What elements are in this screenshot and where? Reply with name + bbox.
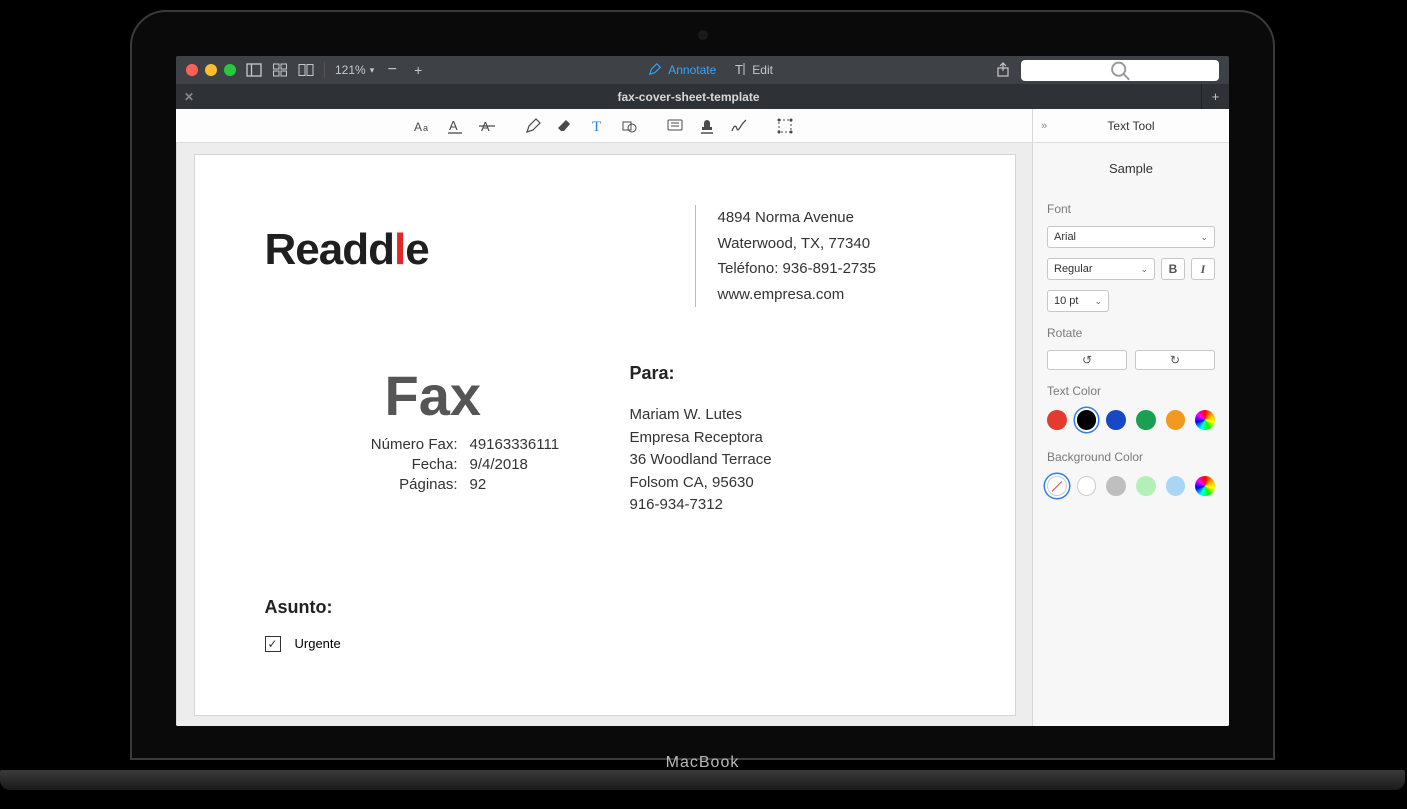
eraser-icon[interactable]	[556, 117, 574, 135]
selection-icon[interactable]	[776, 117, 794, 135]
inspector-sidebar: » Text Tool Sample Font Arial ⌄ Regular	[1033, 109, 1229, 726]
new-tab-button[interactable]: +	[1201, 84, 1229, 109]
bold-button[interactable]: B	[1161, 258, 1185, 280]
text-cursor-icon: T	[734, 62, 746, 79]
color-swatch[interactable]	[1106, 410, 1126, 430]
svg-text:T: T	[592, 119, 601, 135]
color-swatch[interactable]	[1077, 476, 1097, 496]
document-viewport[interactable]: Readdle 4894 Norma Avenue Waterwood, TX,…	[176, 143, 1032, 726]
document-page: Readdle 4894 Norma Avenue Waterwood, TX,…	[195, 155, 1015, 715]
zoom-in-icon[interactable]: +	[410, 62, 426, 78]
field-numero-fax: Número Fax: 49163336111	[265, 436, 580, 453]
collapse-sidebar-icon[interactable]: »	[1041, 120, 1047, 132]
tab-title: fax-cover-sheet-template	[617, 90, 759, 104]
color-swatch[interactable]	[1077, 410, 1097, 430]
text-color-swatches	[1047, 408, 1215, 436]
inspector-title: Text Tool	[1107, 119, 1154, 133]
color-swatch[interactable]	[1166, 476, 1186, 496]
fax-heading: Fax	[265, 363, 580, 428]
app-window: 121% ▾ − + Annotate T Edit	[176, 56, 1229, 726]
logo: Readdle	[265, 205, 655, 307]
color-swatch[interactable]	[1047, 410, 1067, 430]
signature-icon[interactable]	[730, 117, 748, 135]
chevron-down-icon: ⌄	[1140, 264, 1148, 275]
annotate-label: Annotate	[668, 63, 716, 77]
svg-text:a: a	[423, 123, 428, 133]
close-tab-icon[interactable]: ✕	[184, 90, 194, 104]
edit-label: Edit	[752, 63, 773, 77]
laptop-base: MacBook	[0, 770, 1405, 790]
zoom-value: 121%	[335, 63, 366, 77]
chevron-down-icon: ▾	[370, 65, 375, 76]
bg-color-swatches	[1047, 474, 1215, 502]
asunto-heading: Asunto:	[265, 597, 945, 618]
chevron-down-icon: ⌄	[1200, 232, 1208, 243]
color-swatch[interactable]	[1195, 476, 1215, 496]
shape-icon[interactable]	[620, 117, 638, 135]
color-swatch[interactable]	[1047, 476, 1067, 496]
color-swatch[interactable]	[1166, 410, 1186, 430]
color-swatch[interactable]	[1195, 410, 1215, 430]
company-address: 4894 Norma Avenue Waterwood, TX, 77340 T…	[695, 205, 945, 307]
chevron-down-icon: ⌄	[1094, 296, 1102, 307]
font-family-select[interactable]: Arial ⌄	[1047, 226, 1215, 248]
urgente-row: ✓ Urgente	[265, 636, 945, 652]
thumbnails-icon[interactable]	[272, 62, 288, 78]
font-section-label: Font	[1047, 202, 1215, 216]
svg-text:A: A	[449, 118, 458, 133]
minimize-window-icon[interactable]	[205, 64, 217, 76]
search-input[interactable]	[1021, 60, 1219, 81]
sidebar-toggle-icon[interactable]	[246, 62, 262, 78]
fullscreen-window-icon[interactable]	[224, 64, 236, 76]
bg-color-label: Background Color	[1047, 450, 1215, 464]
field-paginas: Páginas: 92	[265, 476, 580, 493]
field-fecha: Fecha: 9/4/2018	[265, 456, 580, 473]
pencil-icon[interactable]	[524, 117, 542, 135]
share-icon[interactable]	[995, 62, 1011, 78]
text-color-label: Text Color	[1047, 384, 1215, 398]
para-heading: Para:	[630, 363, 945, 384]
strikethrough-icon[interactable]: A	[478, 117, 496, 135]
italic-button[interactable]: I	[1191, 258, 1215, 280]
svg-text:T: T	[735, 62, 743, 76]
note-icon[interactable]	[666, 117, 684, 135]
sample-preview: Sample	[1047, 155, 1215, 188]
tab-bar: ✕ fax-cover-sheet-template +	[176, 84, 1229, 109]
urgente-checkbox[interactable]: ✓	[265, 636, 281, 652]
zoom-out-icon[interactable]: −	[384, 62, 400, 78]
two-page-icon[interactable]	[298, 62, 314, 78]
color-swatch[interactable]	[1136, 410, 1156, 430]
window-controls	[186, 64, 236, 76]
close-window-icon[interactable]	[186, 64, 198, 76]
text-style-icon[interactable]: Aa	[414, 117, 432, 135]
text-tool-icon[interactable]: T	[588, 117, 606, 135]
font-weight-select[interactable]: Regular ⌄	[1047, 258, 1155, 280]
laptop-label: MacBook	[666, 754, 740, 772]
separator	[324, 62, 325, 78]
annotation-toolbar: Aa A A T	[176, 109, 1032, 143]
rotate-ccw-button[interactable]: ↺	[1047, 350, 1127, 370]
window-toolbar: 121% ▾ − + Annotate T Edit	[176, 56, 1229, 84]
edit-mode-button[interactable]: T Edit	[730, 60, 777, 81]
svg-text:A: A	[414, 120, 422, 134]
font-size-select[interactable]: 10 pt ⌄	[1047, 290, 1109, 312]
document-tab[interactable]: ✕ fax-cover-sheet-template	[176, 84, 1201, 109]
rotate-label: Rotate	[1047, 326, 1215, 340]
pen-icon	[648, 62, 662, 79]
camera-dot	[698, 30, 708, 40]
annotate-mode-button[interactable]: Annotate	[644, 60, 720, 81]
urgente-label: Urgente	[295, 636, 341, 651]
recipient-block: Mariam W. Lutes Empresa Receptora 36 Woo…	[630, 404, 945, 517]
rotate-cw-button[interactable]: ↻	[1135, 350, 1215, 370]
zoom-control[interactable]: 121% ▾	[335, 63, 374, 77]
color-swatch[interactable]	[1136, 476, 1156, 496]
underline-icon[interactable]: A	[446, 117, 464, 135]
search-icon	[1021, 60, 1219, 81]
stamp-icon[interactable]	[698, 117, 716, 135]
color-swatch[interactable]	[1106, 476, 1126, 496]
